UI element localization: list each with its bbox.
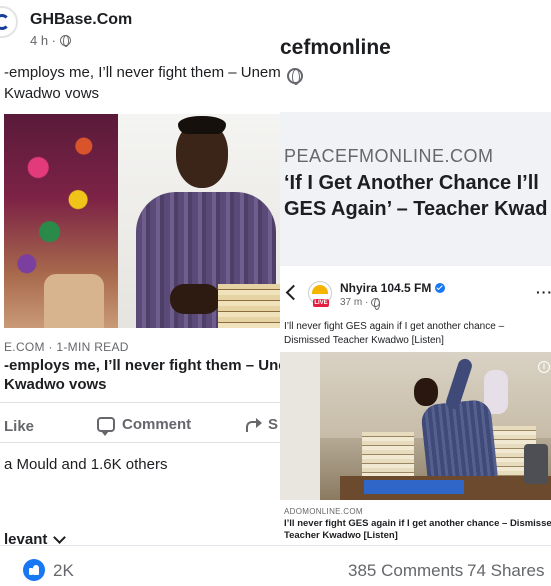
link-title: ‘If I Get Another Chance I’ll GES Again’…: [284, 170, 547, 222]
page-name[interactable]: GHBase.Com: [30, 11, 132, 29]
link-domain: PEACEFMONLINE.COM: [284, 146, 494, 166]
post-caption: I’ll never fight GES again if I get anot…: [284, 320, 550, 348]
divider: [0, 545, 551, 546]
nhyira-post-card: LIVE Nhyira 104.5 FM 37 m · ··· I’ll nev…: [280, 273, 551, 545]
page-avatar[interactable]: [0, 6, 18, 38]
comment-label: Comment: [122, 416, 192, 433]
timestamp-text: 4 h ·: [30, 33, 57, 48]
caption-line: Dismissed Teacher Kwadwo [Listen]: [284, 335, 444, 346]
left-post-card: GHBase.Com 4 h · -employs me, I’ll never…: [0, 0, 280, 586]
shares-count[interactable]: 74 Shares: [467, 561, 545, 581]
page-name-cefm[interactable]: cefmonline: [280, 36, 391, 60]
link-title-line: I’ll never fight GES again if I get anot…: [284, 518, 551, 529]
share-label: S: [268, 416, 279, 433]
chevron-down-icon: [53, 531, 67, 544]
link-title-line: ‘If I Get Another Chance I’ll: [284, 172, 539, 194]
caption-line: Kwadwo vows: [4, 85, 100, 102]
share-icon: [246, 417, 262, 432]
live-badge: LIVE: [313, 299, 329, 307]
divider: [0, 402, 280, 403]
caption-line: -employs me, I’ll never fight them – Une…: [4, 64, 280, 81]
share-button[interactable]: S: [246, 416, 278, 433]
post-timestamp[interactable]: 37 m ·: [340, 297, 381, 310]
post-timestamp[interactable]: 4 h ·: [30, 33, 72, 48]
verified-badge-icon: [435, 283, 446, 293]
link-title-line: GES Again’ – Teacher Kwad: [284, 198, 548, 220]
reaction-count[interactable]: 2K: [53, 561, 74, 581]
post-caption: -employs me, I’ll never fight them – Une…: [4, 62, 280, 104]
link-title-line: Kwadwo vows: [4, 376, 107, 393]
teacher-photo: [118, 114, 280, 328]
post-image[interactable]: [4, 114, 280, 328]
globe-icon: [371, 298, 381, 310]
link-preview-peacefm[interactable]: PEACEFMONLINE.COM ‘If I Get Another Chan…: [280, 112, 551, 266]
globe-icon: [287, 68, 303, 85]
globe-icon: [60, 35, 72, 47]
link-title-line: Teacher Kwadwo [Listen]: [284, 530, 398, 541]
link-domain: ADOMONLINE.COM: [284, 507, 363, 516]
like-reaction-icon[interactable]: [23, 559, 45, 581]
timestamp-text: 37 m ·: [340, 297, 369, 308]
post-image[interactable]: [280, 352, 551, 500]
comment-icon: [97, 417, 115, 436]
comments-count[interactable]: 385 Comments: [348, 561, 463, 581]
link-domain: E.COM · 1-MIN READ: [4, 340, 129, 354]
kente-photo: [4, 114, 118, 328]
reactions-summary[interactable]: a Mould and 1.6K others: [4, 456, 167, 473]
comment-button[interactable]: Comment: [97, 416, 192, 436]
link-title[interactable]: I’ll never fight GES again if I get anot…: [284, 518, 551, 542]
back-arrow-icon[interactable]: [285, 284, 302, 301]
caption-line: I’ll never fight GES again if I get anot…: [284, 321, 505, 332]
more-options-icon[interactable]: ···: [536, 284, 551, 300]
divider: [0, 442, 280, 443]
link-title-line: -employs me, I’ll never fight them – Une…: [4, 357, 280, 374]
page-name[interactable]: Nhyira 104.5 FM: [340, 281, 446, 295]
link-title[interactable]: -employs me, I’ll never fight them – Une…: [4, 356, 280, 394]
like-button[interactable]: Like: [4, 418, 34, 435]
info-icon[interactable]: i: [538, 361, 550, 373]
page-name-text: Nhyira 104.5 FM: [340, 281, 432, 295]
